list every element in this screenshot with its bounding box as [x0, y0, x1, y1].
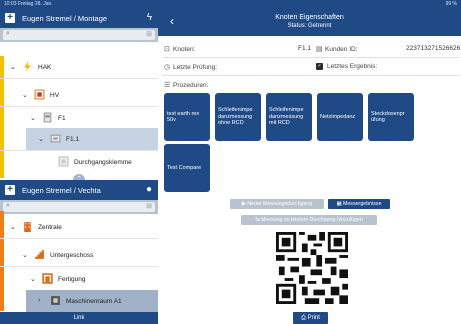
terminal-icon	[58, 156, 69, 167]
project-header-montage[interactable]: + Eugen Stremel / Montage ϟ	[0, 8, 158, 28]
status-bar: 10:03 Freitag 28. Jan. 99 %	[0, 0, 461, 8]
project-title: Eugen Stremel / Vechta	[22, 186, 101, 195]
letztes-ergebnis-field: Letztes Ergebnis:	[327, 63, 377, 70]
tree-item-hak[interactable]: ⌄ HAK	[0, 56, 158, 78]
chevron-down-icon[interactable]: ⌄	[10, 223, 16, 231]
knoten-field: ⊡ Knoten:	[164, 45, 195, 53]
print-label: Print	[307, 315, 320, 321]
tree-item-f1[interactable]: ⌄ F1	[0, 107, 158, 129]
tree-item-label: Fertigung	[58, 276, 86, 283]
tree-item-label: F1	[58, 115, 66, 122]
machine-room-icon	[51, 296, 60, 305]
ergebnis-label: Letztes Ergebnis:	[327, 63, 378, 70]
procedure-tile[interactable]: Schleifenimpe danzmessung ohne RCD	[215, 93, 261, 141]
add-icon[interactable]: +	[5, 13, 15, 23]
divider	[0, 238, 158, 239]
divider	[0, 266, 158, 267]
results-label: Messergebnisse	[342, 201, 382, 207]
panel-header: ‹ Knoten Eigenschaften Status: Getrennt	[158, 8, 461, 36]
lightning-icon	[24, 61, 31, 72]
search-icon: ⌕	[6, 30, 10, 37]
prozeduren-field: ☰ Prozeduren:	[164, 81, 208, 89]
procedure-tile[interactable]: test earth res 50v	[164, 93, 210, 141]
search-icon: ⌕	[6, 202, 10, 209]
tree-item-hv[interactable]: ⌄ HV	[0, 84, 158, 106]
print-button[interactable]: ⎙ Print	[293, 312, 328, 324]
tree-item-label: Durchgangsklemme	[74, 159, 132, 166]
building-icon	[24, 222, 31, 232]
tree-item-fertigung[interactable]: ⌄ Fertigung	[0, 268, 158, 290]
tree-item-durchgangsklemme[interactable]: Durchgangsklemme	[0, 151, 158, 173]
search-input[interactable]	[3, 202, 155, 212]
divider	[162, 57, 459, 58]
search-input[interactable]	[3, 30, 155, 40]
add-icon[interactable]: +	[5, 185, 15, 195]
tree-item-f1-1[interactable]: ⌄ F1.1	[0, 128, 158, 150]
kunden-value: 223713271526626	[406, 45, 461, 52]
link-button[interactable]: Link	[0, 312, 158, 324]
divider	[0, 78, 158, 79]
chevron-down-icon[interactable]: ⌄	[30, 114, 36, 122]
new-measurement-run-button[interactable]: ▶ Neuer Messungsdurchgang	[230, 199, 324, 209]
left-panel: + Eugen Stremel / Montage ϟ ⌕ ⊞ ⌄ HAK ⌄ …	[0, 8, 158, 324]
tree-item-label: Maschinenraum A1	[66, 298, 122, 305]
tree-item-label: Untergeschoss	[50, 252, 94, 259]
printer-icon: ⎙	[301, 315, 306, 321]
battery-level: 99 %	[445, 1, 457, 7]
pruefung-label: Letzte Prüfung:	[173, 64, 218, 71]
kunden-label: Kunden ID:	[325, 46, 358, 53]
tree-item-label: HV	[50, 92, 60, 99]
flash-icon: ϟ	[146, 12, 152, 23]
divider	[162, 75, 459, 76]
chevron-right-icon[interactable]: ›	[38, 297, 40, 304]
id-card-icon: ▤	[316, 46, 323, 53]
search-bar[interactable]: ⌕ ⊞	[0, 200, 158, 214]
project-header-vechta[interactable]: + Eugen Stremel / Vechta ●	[0, 180, 158, 200]
tree-item-untergeschoss[interactable]: ⌄ Untergeschoss	[0, 244, 158, 266]
letzte-pruefung-field: ◷ Letzte Prüfung:	[164, 63, 217, 71]
tree-item-label: F1.1	[66, 136, 80, 143]
node-properties-panel: ‹ Knoten Eigenschaften Status: Getrennt …	[158, 8, 461, 324]
qr-scan-icon[interactable]: ⊞	[146, 30, 152, 38]
kunden-field: ▤ Kunden ID:	[316, 45, 358, 53]
node-icon: ⊡	[164, 46, 170, 53]
page-title: Knoten Eigenschaften	[275, 14, 344, 21]
checkbox-icon: ✓	[316, 63, 323, 70]
qr-code	[276, 232, 348, 304]
tree-item-zentrale[interactable]: ⌄ Zentrale	[0, 216, 158, 238]
status-time: 10:03 Freitag 28. Jan.	[4, 1, 53, 7]
stairs-icon	[35, 250, 44, 259]
knoten-label: Knoten:	[173, 46, 196, 53]
add-to-last-label: Messung zu letztem Durchgang hinzufügen	[261, 217, 363, 223]
room-icon	[42, 273, 53, 284]
new-run-label: Neuer Messungsdurchgang	[247, 201, 313, 207]
qr-scan-icon[interactable]: ⊞	[146, 202, 152, 210]
chevron-down-icon[interactable]: ⌄	[10, 63, 16, 71]
chevron-down-icon[interactable]: ⌄	[30, 275, 36, 283]
status-text: Status: Getrennt	[287, 23, 332, 29]
fuse-icon	[43, 112, 52, 123]
list-icon: ☰	[164, 82, 171, 89]
procedure-tile[interactable]: Netzimpedanz	[317, 93, 363, 141]
clock-icon: ◷	[164, 64, 171, 71]
search-bar[interactable]: ⌕ ⊞	[0, 28, 158, 42]
procedure-tile[interactable]: Test Compare	[164, 144, 210, 192]
tree-item-label: HAK	[38, 64, 52, 71]
tree-item-maschinenraum-a1[interactable]: › Maschinenraum A1	[0, 290, 158, 312]
location-icon: ●	[145, 184, 152, 195]
prozeduren-label: Prozeduren:	[173, 82, 209, 89]
chevron-down-icon[interactable]: ⌄	[38, 135, 44, 143]
knoten-value: F1.1	[298, 45, 312, 52]
tree-item-label: Zentrale	[38, 224, 62, 231]
measurement-results-button[interactable]: ▦ Messergebnisse	[328, 199, 390, 209]
fuse-icon	[50, 134, 61, 143]
add-to-last-run-button[interactable]: ⇆ Messung zu letztem Durchgang hinzufüge…	[241, 215, 377, 225]
chevron-down-icon[interactable]: ⌄	[22, 91, 28, 99]
procedure-tile[interactable]: Schleifenimpe danzmessung mit RCD	[266, 93, 312, 141]
procedure-tile[interactable]: Steckdosenpr üfung	[368, 93, 414, 141]
chevron-down-icon[interactable]: ⌄	[22, 251, 28, 259]
cabinet-icon	[34, 89, 45, 100]
project-title: Eugen Stremel / Montage	[22, 14, 108, 23]
